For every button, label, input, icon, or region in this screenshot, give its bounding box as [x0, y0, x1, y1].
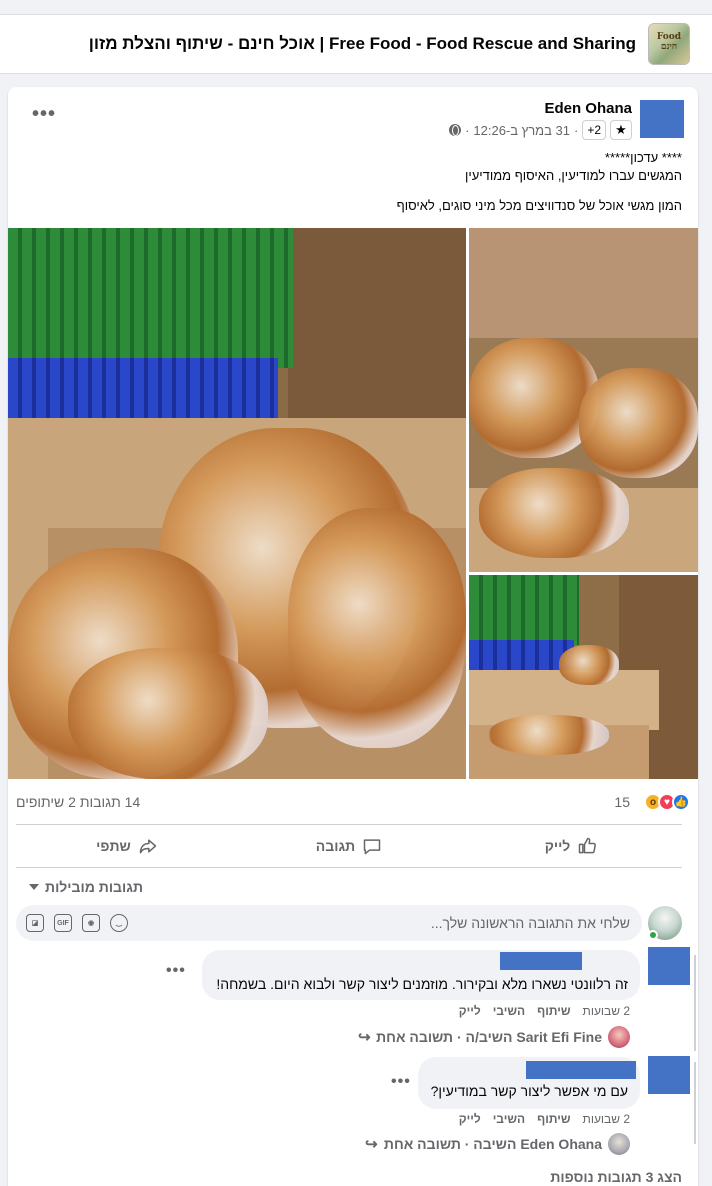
- commenter-name-redacted[interactable]: [526, 1061, 636, 1079]
- comment-text: זה רלוונטי נשארו מלא ובקירור. מוזמנים לי…: [216, 976, 628, 992]
- meta-separator-2: ·: [465, 122, 470, 138]
- photo-main[interactable]: [8, 228, 466, 779]
- view-replies-link[interactable]: ↩ Eden Ohana השיבה · תשובה אחת: [365, 1133, 630, 1155]
- meta-separator: ·: [573, 122, 579, 138]
- like-button[interactable]: לייק: [460, 825, 682, 867]
- comment-filter-dropdown[interactable]: תגובות מובילות: [29, 879, 143, 895]
- comment-like-button[interactable]: לייק: [459, 1004, 481, 1018]
- comment-time[interactable]: 2 שבועות: [583, 1112, 630, 1126]
- comment-icon: [363, 839, 381, 855]
- star-icon[interactable]: ★: [610, 120, 632, 140]
- post-photos: [8, 228, 698, 779]
- comment-button[interactable]: תגובה: [238, 825, 460, 867]
- chevron-down-icon: [29, 884, 40, 890]
- reply-summary: Sarit Efi Fine השיב/ה · תשובה אחת: [376, 1029, 602, 1045]
- group-header: אוכל חינם - שיתוף והצלת מזון | Free Food…: [0, 14, 712, 74]
- comment-like-button[interactable]: לייק: [459, 1112, 481, 1126]
- gif-icon[interactable]: GIF: [54, 914, 72, 932]
- post-meta: ★ +2 · 31 במרץ ב-12:26 ·: [449, 120, 632, 140]
- photo-top-right[interactable]: [469, 228, 698, 572]
- comments-shares-count[interactable]: 14 תגובות 2 שיתופים: [16, 794, 140, 810]
- group-avatar-text: Food חינם: [656, 32, 682, 52]
- post-card: ••• Eden Ohana ★ +2 · 31 במרץ ב-12:26 · …: [8, 87, 698, 1186]
- thread-line-2: [694, 1062, 696, 1144]
- reply-summary: Eden Ohana השיבה · תשובה אחת: [383, 1136, 602, 1152]
- author-avatar-redacted[interactable]: [640, 100, 684, 138]
- reactions-bar: 👍 ♥ o 15 14 תגובות 2 שיתופים: [8, 779, 698, 825]
- top-strip: [0, 0, 712, 14]
- sticker-icon[interactable]: ◪: [26, 914, 44, 932]
- thumbs-up-icon: [579, 837, 597, 854]
- view-replies-link[interactable]: ↩ Sarit Efi Fine השיב/ה · תשובה אחת: [358, 1026, 630, 1048]
- group-avatar[interactable]: Food חינם: [648, 23, 690, 65]
- comment-actions: לייק השיבי שיתוף 2 שבועות: [459, 1004, 630, 1018]
- share-icon: [139, 839, 157, 854]
- reaction-icons[interactable]: 👍 ♥ o: [644, 793, 690, 811]
- comment-reply-button[interactable]: השיבי: [493, 1004, 525, 1018]
- like-label: לייק: [544, 838, 571, 854]
- emoji-icon[interactable]: ‿: [110, 914, 128, 932]
- replier-avatar: [608, 1026, 630, 1048]
- camera-icon[interactable]: ◉: [82, 914, 100, 932]
- comment-more-button[interactable]: •••: [391, 1074, 411, 1090]
- comment-input[interactable]: שלחי את התגובה הראשונה שלך...: [431, 915, 630, 931]
- post-text-line-3: המון מגשי אוכל של סנדוויצים מכל מיני סוג…: [396, 198, 682, 213]
- composer-icons: ◪ GIF ◉ ‿: [26, 914, 128, 932]
- post-text: **** עדכון***** המגשים עברו למודיעין, הא…: [42, 149, 682, 215]
- comment-text: עם מי אפשר ליצור קשר במודיעין?: [430, 1083, 628, 1099]
- reply-arrow-icon: ↩: [357, 1029, 371, 1046]
- comment-reply-button[interactable]: השיבי: [493, 1112, 525, 1126]
- online-status-dot: [648, 930, 658, 940]
- plus-badge[interactable]: +2: [582, 120, 606, 140]
- view-more-comments-link[interactable]: הצג 3 תגובות נוספות: [550, 1169, 682, 1185]
- reaction-count[interactable]: 15: [614, 794, 630, 810]
- share-label: שתפי: [96, 838, 131, 854]
- globe-icon[interactable]: [449, 124, 462, 136]
- comment-share-button[interactable]: שיתוף: [537, 1004, 570, 1018]
- comment-composer[interactable]: שלחי את התגובה הראשונה שלך... ◪ GIF ◉ ‿: [16, 905, 642, 941]
- comment-label: תגובה: [315, 838, 356, 854]
- group-title[interactable]: אוכל חינם - שיתוף והצלת מזון | Free Food…: [89, 34, 636, 54]
- post-more-button[interactable]: •••: [32, 104, 56, 124]
- share-button[interactable]: שתפי: [16, 825, 238, 867]
- comment-bubble: עם מי אפשר ליצור קשר במודיעין?: [418, 1057, 640, 1109]
- post-text-line-2: המגשים עברו למודיעין, האיסוף ממודיעין: [464, 168, 682, 183]
- current-user-avatar[interactable]: [648, 906, 682, 940]
- like-icon: 👍: [672, 793, 690, 811]
- commenter-avatar-redacted[interactable]: [648, 1056, 690, 1094]
- comment-actions: לייק השיבי שיתוף 2 שבועות: [459, 1112, 630, 1126]
- post-text-line-1: **** עדכון*****: [604, 150, 682, 165]
- replier-avatar: [608, 1133, 630, 1155]
- comment-more-button[interactable]: •••: [166, 963, 186, 979]
- comment-share-button[interactable]: שיתוף: [537, 1112, 570, 1126]
- action-bar: לייק תגובה שתפי: [16, 824, 682, 868]
- commenter-avatar-redacted[interactable]: [648, 947, 690, 985]
- comment-bubble: זה רלוונטי נשארו מלא ובקירור. מוזמנים לי…: [202, 950, 640, 1000]
- author-name[interactable]: Eden Ohana: [544, 100, 632, 117]
- thread-line-1: [694, 955, 696, 1051]
- reply-arrow-icon: ↩: [365, 1136, 378, 1153]
- commenter-name-redacted[interactable]: [500, 952, 582, 970]
- comment-time[interactable]: 2 שבועות: [583, 1004, 630, 1018]
- comment-filter-label: תגובות מובילות: [45, 879, 143, 895]
- post-timestamp[interactable]: 31 במרץ ב-12:26: [473, 123, 570, 138]
- photo-bottom-right[interactable]: [469, 575, 698, 779]
